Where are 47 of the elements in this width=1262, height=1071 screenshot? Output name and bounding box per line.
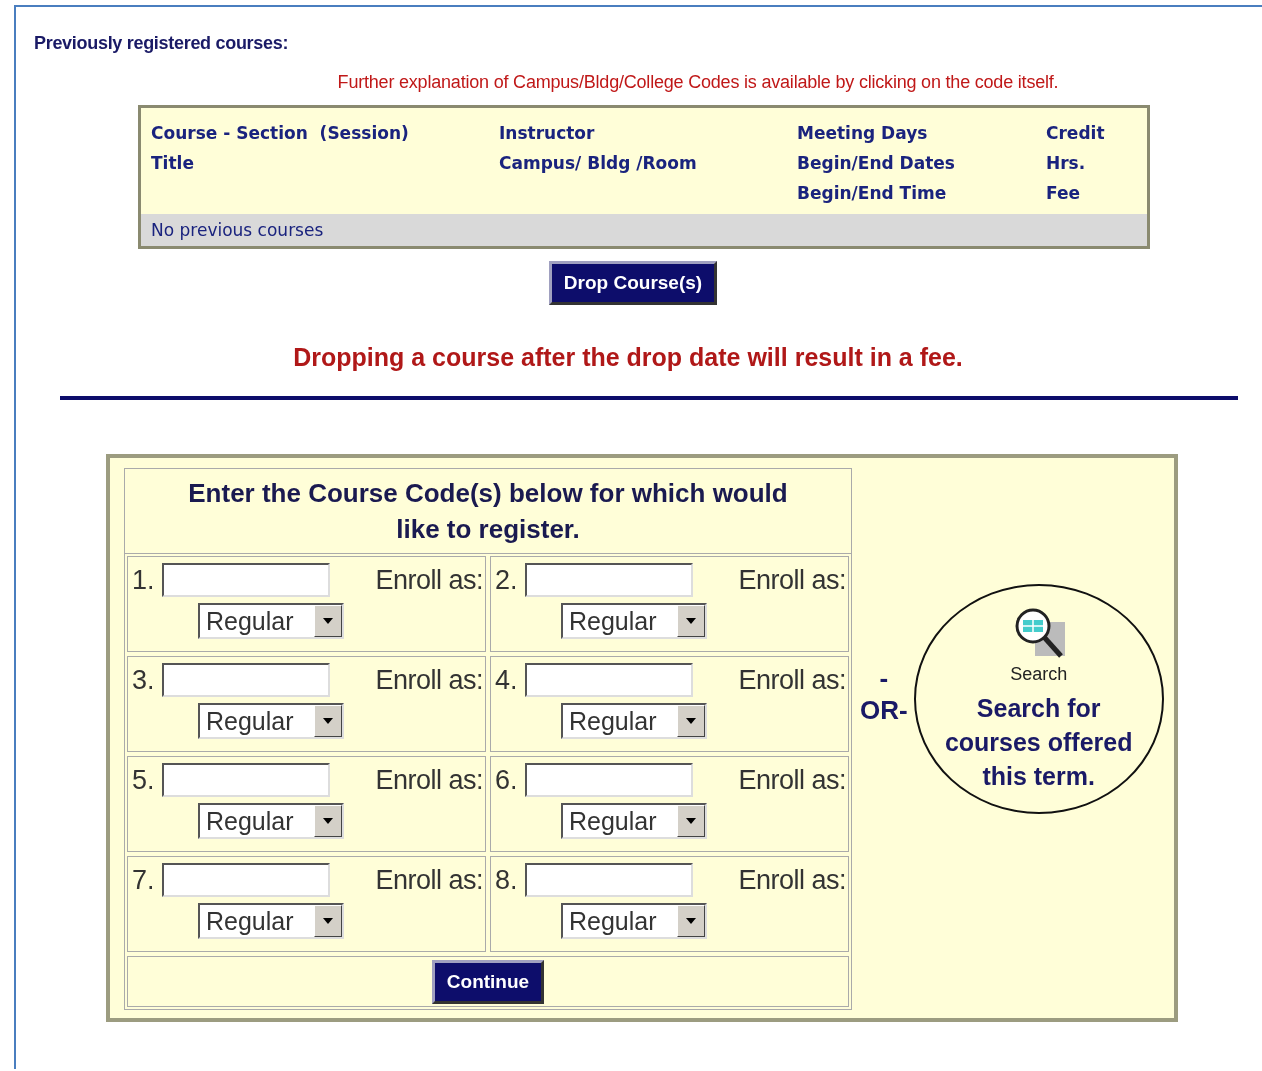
course-code-input[interactable] [162,663,330,697]
slot-number: 5. [132,764,156,796]
separator-dash: - [879,662,889,694]
enroll-type-select[interactable]: Regular [561,603,707,639]
enroll-label: Enroll as: [375,564,483,596]
enroll-label: Enroll as: [375,764,483,796]
slot-number: 2. [495,564,519,596]
course-code-input[interactable] [525,863,693,897]
enroll-type-select[interactable]: Regular [561,803,707,839]
enroll-type-select[interactable]: Regular [198,703,344,739]
course-code-input[interactable] [162,563,330,597]
slot-number: 4. [495,664,519,696]
course-code-input[interactable] [525,563,693,597]
enroll-label: Enroll as: [738,664,846,696]
search-icon-label: Search [1010,663,1068,685]
enroll-type-select[interactable]: Regular [198,603,344,639]
empty-message: No previous courses [141,214,1147,246]
continue-button[interactable]: Continue [431,959,545,1004]
section-title: Previously registered courses: [34,33,290,54]
column-header: Credit Hrs. Fee [1046,122,1106,205]
course-code-input[interactable] [525,663,693,697]
or-separator: OR- [860,694,908,726]
enroll-type-select[interactable]: Regular [198,803,344,839]
enroll-label: Enroll as: [738,764,846,796]
enroll-label: Enroll as: [738,564,846,596]
enroll-type-select[interactable]: Regular [198,903,344,939]
slot-number: 8. [495,864,519,896]
drop-fee-warning: Dropping a course after the drop date will result in a fee. [293,343,963,372]
enroll-label: Enroll as: [738,864,846,896]
codes-notice: Further explanation of Campus/Bldg/College Codes is available by clicking on the code itself. [337,72,1059,93]
slot-number: 3. [132,664,156,696]
enroll-label: Enroll as: [375,864,483,896]
course-code-input[interactable] [162,863,330,897]
register-heading: Enter the Course Code(s) below for which would like to register. [125,469,851,554]
search-courses-link[interactable]: Search for courses offered this term. [927,690,1150,793]
enroll-type-select[interactable]: Regular [561,903,707,939]
slot-number: 6. [495,764,519,796]
column-header: Course - Section (Session) Title [151,122,410,175]
course-code-input[interactable] [525,763,693,797]
column-header: Instructor Campus/ Bldg /Room [499,122,698,175]
slot-number: 1. [132,564,156,596]
enroll-type-select[interactable]: Regular [561,703,707,739]
enroll-label: Enroll as: [375,664,483,696]
slot-number: 7. [132,864,156,896]
column-header: Meeting Days Begin/End Dates Begin/End Time [797,122,956,205]
drop-courses-button[interactable]: Drop Course(s) [548,261,718,305]
course-code-input[interactable] [162,763,330,797]
